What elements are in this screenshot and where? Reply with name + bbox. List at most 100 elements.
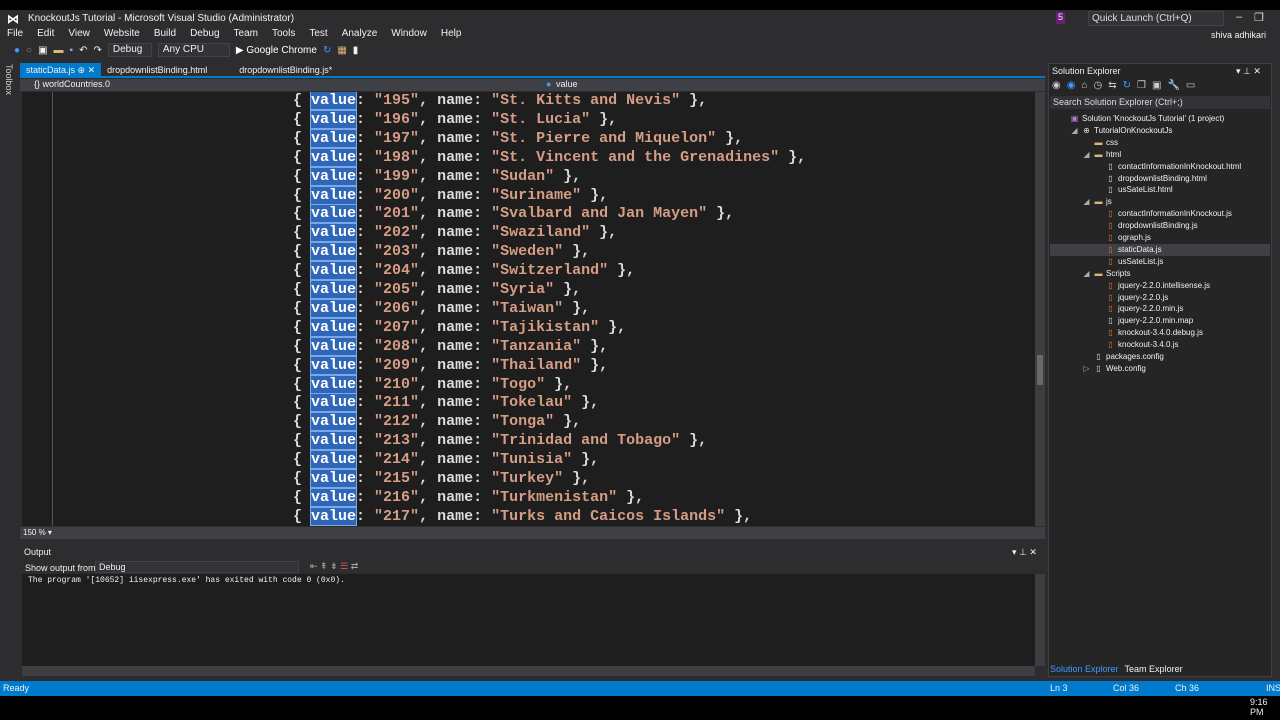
code-name: "Taiwan" xyxy=(491,299,564,317)
preview-icon[interactable]: ▭ xyxy=(1186,80,1195,91)
tree-item[interactable]: ◢ ▬ html xyxy=(1082,149,1121,161)
forward-icon[interactable]: ○ xyxy=(26,45,32,56)
menu-view[interactable]: View xyxy=(61,27,97,41)
tab-dropdownlistbinding-html[interactable]: dropdownlistBinding.html xyxy=(101,63,213,76)
highlighted-keyword: value xyxy=(310,147,358,167)
menu-tools[interactable]: Tools xyxy=(265,27,302,41)
menu-file[interactable]: File xyxy=(0,27,30,41)
editor-vertical-scrollbar[interactable] xyxy=(1035,92,1045,526)
undo-icon[interactable]: ↶ xyxy=(79,45,87,56)
configuration-select[interactable]: Debug xyxy=(107,43,152,57)
tree-item[interactable]: ▯ packages.config xyxy=(1082,351,1164,363)
tree-item[interactable]: ▯ knockout-3.4.0.debug.js xyxy=(1094,327,1203,339)
menu-edit[interactable]: Edit xyxy=(30,27,61,41)
new-project-icon[interactable]: ▣ xyxy=(38,45,47,56)
tree-item[interactable]: ◢ ▬ Scripts xyxy=(1082,268,1130,280)
tree-item[interactable]: ▬ css xyxy=(1082,137,1119,149)
toolbox-tab[interactable]: Toolbox xyxy=(4,64,14,95)
tab-staticdata-js[interactable]: staticData.js ⊕ ✕ xyxy=(20,63,102,76)
editor-scroll-thumb[interactable] xyxy=(1037,355,1043,385)
output-horizontal-scrollbar[interactable] xyxy=(22,666,1035,676)
tree-item[interactable]: ◢ ⊕ TutorialOnKnockoutJs xyxy=(1070,125,1172,137)
notifications-badge[interactable]: 5 xyxy=(1056,12,1065,24)
tree-item[interactable]: ▯ jquery-2.2.0.min.map xyxy=(1094,315,1193,327)
tree-item[interactable]: ▯ contactInformationInKnockout.html xyxy=(1094,161,1241,173)
tree-item[interactable]: ▷ ▯ Web.config xyxy=(1082,363,1145,375)
expand-arrow-icon[interactable]: ◢ xyxy=(1082,149,1091,161)
highlighted-keyword: value xyxy=(310,223,358,243)
code-name: "Swaziland" xyxy=(491,224,591,242)
pin-icon[interactable]: ⊕ xyxy=(78,65,86,75)
zoom-level-select[interactable]: 150 % xyxy=(23,528,46,537)
tree-item[interactable]: ▣ Solution 'KnockoutJs Tutorial' (1 proje… xyxy=(1058,113,1225,125)
menu-bar: File Edit View Website Build Debug Team … xyxy=(0,27,1040,41)
forward-icon[interactable]: ◉ xyxy=(1067,80,1076,91)
tree-item[interactable]: ▯ jquery-2.2.0.min.js xyxy=(1094,303,1183,315)
solution-explorer-controls[interactable]: ▾ ⊥ ✕ xyxy=(1236,66,1261,77)
expand-arrow-icon[interactable]: ◢ xyxy=(1082,268,1091,280)
tree-item[interactable]: ▯ usSateList.html xyxy=(1094,184,1172,196)
redo-icon[interactable]: ↷ xyxy=(93,45,101,56)
output-source-select[interactable]: Debug xyxy=(95,561,299,573)
sync-icon[interactable]: ⇆ xyxy=(1108,80,1116,91)
tree-item[interactable]: ▯ contactInformationInKnockout.js xyxy=(1094,208,1232,220)
tree-item[interactable]: ▯ dropdownlistBinding.js xyxy=(1094,220,1197,232)
expand-arrow-icon[interactable]: ▷ xyxy=(1082,363,1091,375)
save-icon[interactable]: ▪ xyxy=(70,45,74,56)
quick-launch-input[interactable]: Quick Launch (Ctrl+Q) xyxy=(1088,11,1224,26)
refresh-icon[interactable]: ↻ xyxy=(1123,80,1131,91)
platform-select[interactable]: Any CPU xyxy=(157,43,230,57)
refresh-icon[interactable]: ↻ xyxy=(323,45,331,56)
highlighted-keyword: value xyxy=(310,469,358,488)
folder-icon: ▬ xyxy=(1094,149,1103,159)
tab-dropdownlistbinding-js[interactable]: dropdownlistBinding.js* xyxy=(233,63,338,76)
close-tab-icon[interactable]: ✕ xyxy=(88,65,96,75)
solution-search-input[interactable]: Search Solution Explorer (Ctrl+;) xyxy=(1050,96,1270,109)
tab-solution-explorer[interactable]: Solution Explorer xyxy=(1050,664,1119,674)
back-icon[interactable]: ◉ xyxy=(1052,80,1061,91)
minimize-icon[interactable]: – xyxy=(1236,11,1242,23)
output-panel-controls[interactable]: ▾ ⊥ ✕ xyxy=(1012,547,1037,558)
tree-item[interactable]: ▯ jquery-2.2.0.js xyxy=(1094,292,1168,304)
scope-dropdown[interactable]: {} worldCountries.0 xyxy=(34,79,110,89)
output-toolbar-icons[interactable]: ⇤ ⇞ ⇟ ☰ ⇄ xyxy=(310,561,358,572)
home-icon[interactable]: ⌂ xyxy=(1081,80,1087,91)
tree-item[interactable]: ▯ dropdownlistBinding.html xyxy=(1094,173,1207,185)
menu-analyze[interactable]: Analyze xyxy=(335,27,385,41)
tab-team-explorer[interactable]: Team Explorer xyxy=(1125,664,1183,674)
back-icon[interactable]: ● xyxy=(14,45,20,56)
user-account[interactable]: shiva adhikari xyxy=(1211,30,1266,40)
expand-arrow-icon[interactable]: ◢ xyxy=(1070,125,1079,137)
tree-item[interactable]: ▯ staticData.js xyxy=(1050,243,1270,256)
menu-build[interactable]: Build xyxy=(147,27,183,41)
show-all-files-icon[interactable]: ▣ xyxy=(1152,80,1161,91)
properties-icon[interactable]: 🔧 xyxy=(1167,80,1179,91)
config-icon: ▯ xyxy=(1096,352,1101,361)
run-button[interactable]: ▶ Google Chrome xyxy=(236,45,317,56)
code-line: { value: "211", name: "Tokelau" }, xyxy=(293,393,600,413)
history-icon[interactable]: ◷ xyxy=(1094,80,1103,91)
tree-item[interactable]: ▯ jquery-2.2.0.intellisense.js xyxy=(1094,280,1210,292)
char-number: Ch 36 xyxy=(1175,683,1200,693)
maximize-icon[interactable]: ❐ xyxy=(1254,11,1264,24)
output-scrollbar[interactable] xyxy=(1035,574,1045,666)
find-icon[interactable]: ▦ xyxy=(337,45,346,56)
expand-arrow-icon[interactable]: ◢ xyxy=(1082,196,1091,208)
highlighted-keyword: value xyxy=(310,450,358,470)
menu-website[interactable]: Website xyxy=(97,27,147,41)
menu-window[interactable]: Window xyxy=(384,27,434,41)
code-editor[interactable]: { value: "195", name: "St. Kitts and Nev… xyxy=(22,92,1035,526)
member-dropdown[interactable]: value xyxy=(556,79,578,89)
tree-item-label: jquery-2.2.0.js xyxy=(1118,292,1169,302)
tree-item[interactable]: ▯ knockout-3.4.0.js xyxy=(1094,339,1178,351)
tree-item[interactable]: ▯ usSateList.js xyxy=(1094,256,1163,268)
collapse-icon[interactable]: ❐ xyxy=(1137,80,1146,91)
menu-team[interactable]: Team xyxy=(227,27,265,41)
menu-debug[interactable]: Debug xyxy=(183,27,226,41)
tree-item[interactable]: ▯ ograph.js xyxy=(1094,232,1151,244)
bookmark-icon[interactable]: ▮ xyxy=(353,45,359,56)
tree-item[interactable]: ◢ ▬ js xyxy=(1082,196,1111,208)
menu-help[interactable]: Help xyxy=(434,27,469,41)
menu-test[interactable]: Test xyxy=(302,27,334,41)
open-folder-icon[interactable]: ▬ xyxy=(54,45,64,56)
